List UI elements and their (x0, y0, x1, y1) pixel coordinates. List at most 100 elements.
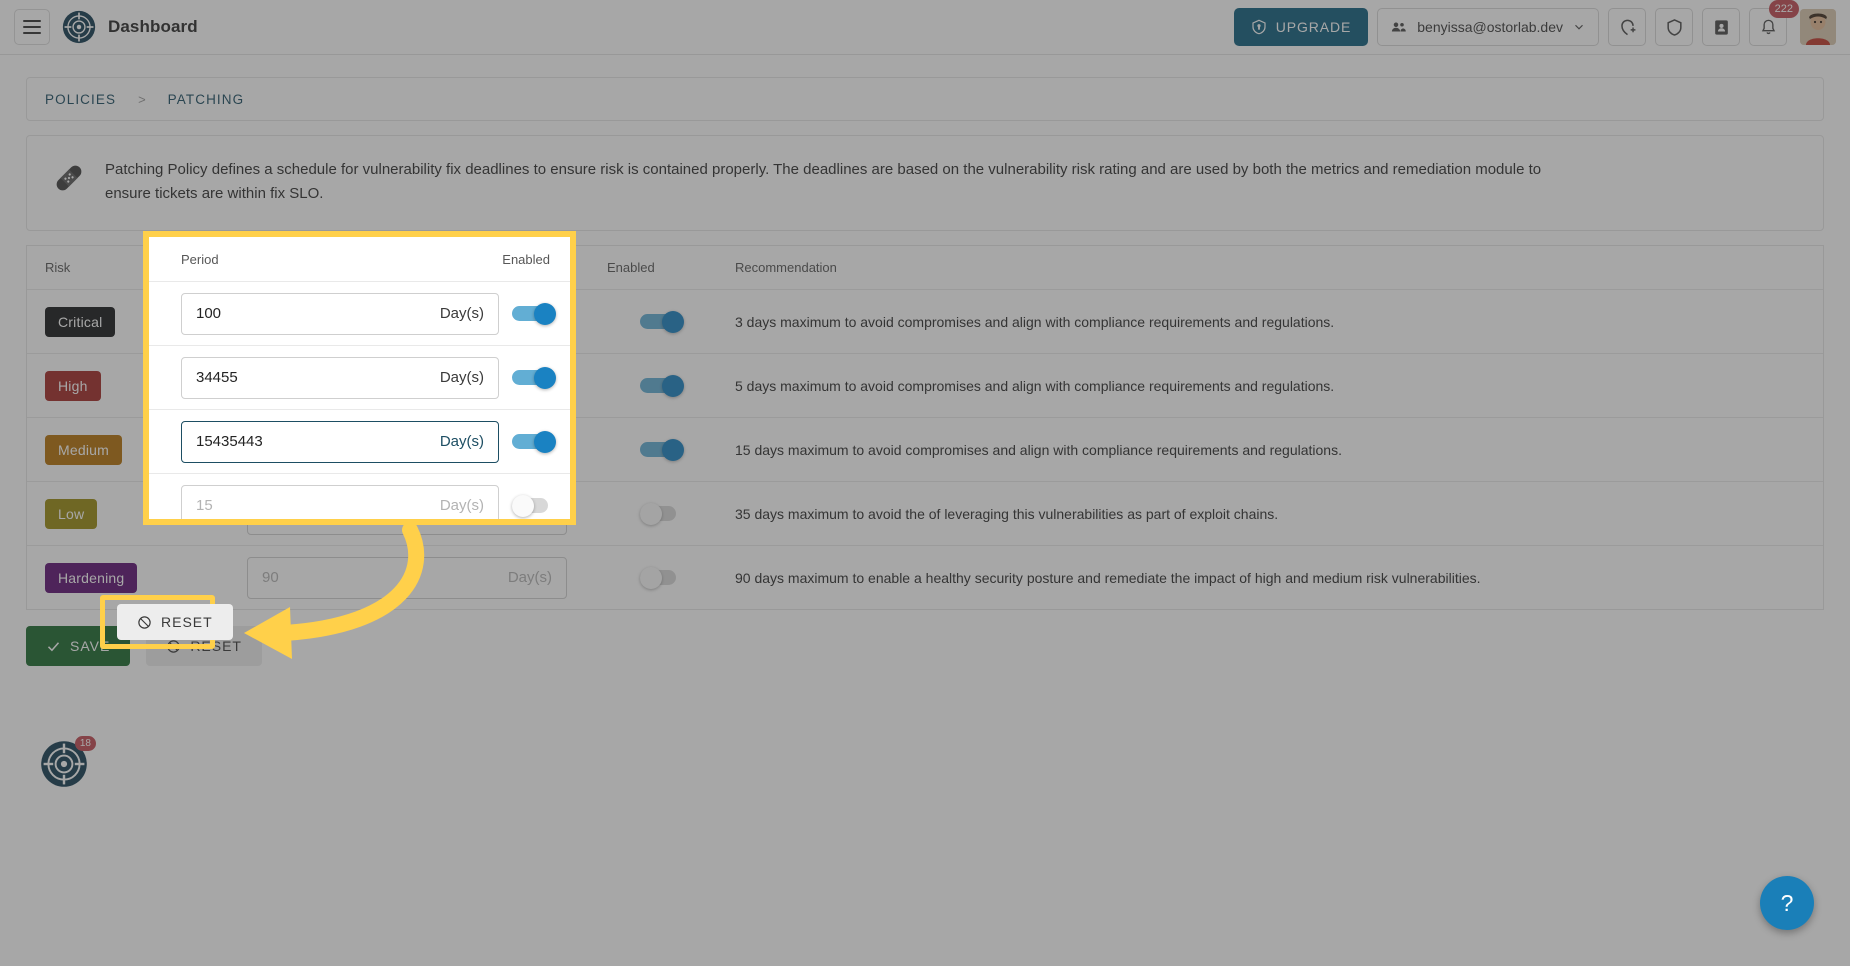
period-input-wrapper[interactable]: Day(s) (247, 556, 567, 599)
enabled-cell (607, 438, 717, 461)
bell-icon (1761, 19, 1775, 34)
highlight-row: Day(s) (149, 345, 570, 409)
help-label: ? (1780, 889, 1794, 916)
highlight-header-enabled: Enabled (502, 251, 550, 267)
enabled-cell (499, 302, 570, 325)
period-unit: Day(s) (507, 569, 552, 586)
period-cell: Day(s) (149, 484, 499, 519)
organization-value: benyissa@ostorlab.dev (1417, 19, 1563, 35)
period-input-wrapper[interactable]: Day(s) (181, 292, 499, 335)
recommendation-cell: 35 days maximum to avoid the of leveragi… (735, 505, 1279, 522)
status-badge: Medium (45, 434, 122, 465)
check-icon (47, 641, 60, 651)
period-unit: Day(s) (439, 369, 484, 386)
status-badge: Low (45, 498, 98, 529)
breadcrumb-separator: > (138, 91, 146, 107)
enabled-cell (607, 310, 717, 333)
upgrade-button[interactable]: UPGRADE (1233, 8, 1369, 46)
description-card: Patching Policy defines a schedule for v… (26, 135, 1824, 231)
highlighted-period-panel: Period Enabled Day(s) D (143, 231, 576, 525)
highlight-row: Day(s) (149, 281, 570, 345)
recommendation-cell: 15 days maximum to avoid compromises and… (735, 441, 1342, 458)
recommendation-cell: 3 days maximum to avoid compromises and … (735, 313, 1335, 330)
period-unit: Day(s) (439, 497, 484, 514)
period-input-wrapper[interactable]: Day(s) (181, 420, 499, 463)
highlight-header-period: Period (181, 251, 219, 267)
recommendation-cell: 90 days maximum to enable a healthy secu… (735, 569, 1481, 586)
enabled-cell (499, 366, 570, 389)
period-unit: Day(s) (439, 433, 484, 450)
shield-button[interactable] (1655, 8, 1693, 46)
enabled-cell (607, 374, 717, 397)
enabled-cell (499, 430, 570, 453)
period-input-wrapper[interactable]: Day(s) (181, 356, 499, 399)
period-cell: Day(s) (149, 356, 499, 399)
footer-logo-badge: 18 (74, 736, 96, 751)
header-recommendation: Recommendation (735, 260, 837, 275)
footer-logo[interactable]: 18 (40, 736, 96, 788)
enabled-toggle[interactable] (640, 374, 684, 397)
hamburger-icon[interactable] (14, 9, 50, 45)
reset-label: RESET (161, 614, 213, 630)
group-icon (1392, 22, 1406, 32)
shield-upgrade-icon (1252, 19, 1266, 35)
enabled-toggle[interactable] (512, 494, 556, 517)
description-text: Patching Policy defines a schedule for v… (105, 161, 1542, 202)
table-row: Hardening Day(s) 90 days maximum to enab… (27, 545, 1823, 609)
period-input[interactable] (196, 369, 430, 386)
enabled-toggle[interactable] (640, 310, 684, 333)
add-scan-icon (1620, 19, 1635, 35)
period-unit: Day(s) (439, 305, 484, 322)
enabled-cell (607, 502, 717, 525)
top-bar: Dashboard UPGRADE benyissa@ostorlab.dev (0, 0, 1850, 55)
breadcrumb-item-patching[interactable]: PATCHING (168, 92, 245, 107)
highlight-row: Day(s) (149, 409, 570, 473)
help-button[interactable]: ? (1760, 876, 1814, 930)
shield-icon (1666, 18, 1682, 36)
status-badge: Hardening (45, 562, 138, 593)
highlighted-panel-content: Period Enabled Day(s) D (149, 237, 570, 519)
enabled-toggle[interactable] (512, 430, 556, 453)
period-input[interactable] (196, 305, 430, 322)
period-cell: Day(s) (149, 420, 499, 463)
highlight-row: Day(s) (149, 473, 570, 519)
enabled-toggle[interactable] (640, 438, 684, 461)
action-bar: SAVE RESET (0, 610, 1850, 666)
ostorlab-logo-icon (62, 10, 96, 44)
breadcrumb: POLICIES > PATCHING (26, 77, 1824, 121)
add-scan-button[interactable] (1608, 8, 1646, 46)
top-bar-actions: UPGRADE benyissa@ostorlab.dev 222 (1233, 0, 1836, 46)
status-badge: Critical (45, 306, 116, 337)
breadcrumb-item-policies[interactable]: POLICIES (45, 92, 116, 107)
enabled-cell (499, 494, 570, 517)
organization-selector[interactable]: benyissa@ostorlab.dev (1377, 8, 1599, 46)
period-cell: Day(s) (149, 292, 499, 335)
description-wrapper: Patching Policy defines a schedule for v… (0, 121, 1850, 231)
notification-count-badge: 222 (1768, 0, 1799, 18)
reset-button-spotlight[interactable]: RESET (117, 604, 233, 640)
header-enabled: Enabled (607, 260, 655, 275)
recommendation-cell: 5 days maximum to avoid compromises and … (735, 377, 1335, 394)
enabled-cell (607, 566, 717, 589)
period-input-wrapper[interactable]: Day(s) (181, 484, 499, 519)
breadcrumb-wrapper: POLICIES > PATCHING (0, 55, 1850, 121)
patch-bandage-icon (56, 165, 82, 191)
period-input[interactable] (196, 497, 430, 514)
contacts-button[interactable] (1702, 8, 1740, 46)
upgrade-label: UPGRADE (1275, 19, 1352, 35)
period-input[interactable] (196, 433, 430, 450)
app-page: Dashboard UPGRADE benyissa@ostorlab.dev (0, 0, 1850, 966)
contact-card-icon (1714, 19, 1728, 35)
period-cell: Day(s) (237, 556, 607, 599)
ban-circle-icon (138, 615, 151, 629)
enabled-toggle[interactable] (640, 566, 684, 589)
highlight-header-row: Period Enabled (149, 237, 570, 281)
enabled-toggle[interactable] (512, 302, 556, 325)
notifications-button[interactable]: 222 (1749, 0, 1799, 46)
period-input[interactable] (262, 569, 498, 586)
page-title: Dashboard (108, 17, 198, 36)
risk-cell: Hardening (27, 562, 237, 593)
avatar[interactable] (1800, 9, 1836, 45)
enabled-toggle[interactable] (640, 502, 684, 525)
enabled-toggle[interactable] (512, 366, 556, 389)
